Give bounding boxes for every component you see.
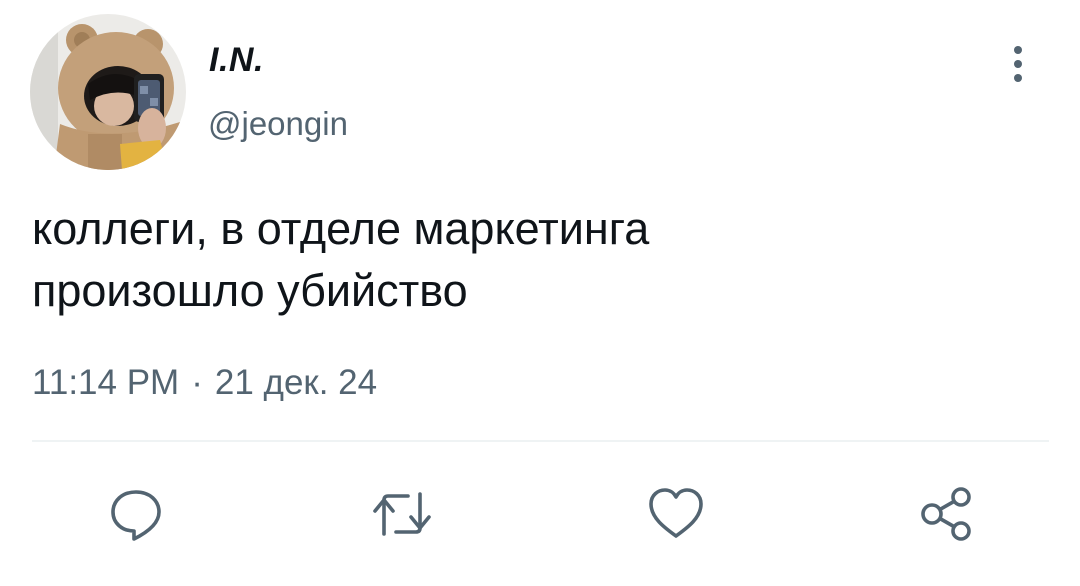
tweet-text: коллеги, в отделе маркетинга произошло у… [32, 203, 650, 316]
display-name[interactable]: I.N. [209, 40, 264, 80]
avatar-photo [30, 14, 186, 170]
share-icon [921, 487, 971, 541]
retweet-button[interactable] [370, 482, 434, 546]
retweet-icon [373, 492, 431, 536]
avatar[interactable] [30, 14, 186, 170]
like-button[interactable] [644, 482, 708, 546]
divider [32, 440, 1049, 442]
meta-separator: · [191, 363, 203, 402]
heart-icon [649, 488, 703, 538]
tweet-time: 11:14 PM [32, 363, 180, 402]
user-handle[interactable]: @jeongin [208, 104, 348, 144]
reply-icon [111, 490, 161, 541]
reply-button[interactable] [104, 482, 168, 546]
tweet-date: 21 дек. 24 [214, 363, 378, 402]
more-options-button[interactable] [1000, 40, 1036, 88]
tweet-timestamp[interactable]: 11:14 PM · 21 дек. 24 [32, 361, 377, 405]
share-button[interactable] [914, 482, 978, 546]
more-vertical-icon [1014, 46, 1022, 82]
